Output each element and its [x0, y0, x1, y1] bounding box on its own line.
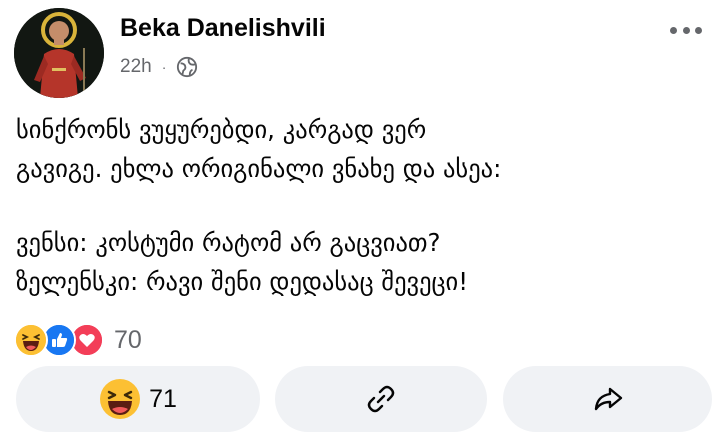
- globe-icon: [176, 56, 198, 78]
- post-text-line: ზელენსკი: რავი შენი დედასაც შევეცი!: [16, 267, 469, 296]
- link-icon: [363, 381, 399, 417]
- post-text-line: ვენსი: კოსტუმი რატომ არ გაცვიათ?: [16, 228, 441, 257]
- reaction-icons: [14, 322, 108, 358]
- post-text-blank-line: [16, 188, 706, 223]
- haha-icon: [14, 323, 48, 357]
- author-name[interactable]: Beka Danelishvili: [120, 14, 326, 43]
- post-text-line: სინქრონს ვუყურებდი, კარგად ვერ: [16, 115, 427, 144]
- react-count: 71: [149, 384, 177, 413]
- meta-separator: ·: [161, 59, 167, 75]
- avatar[interactable]: [14, 8, 104, 98]
- post-text: სინქრონს ვუყურებდი, კარგად ვერ გავიგე. ე…: [16, 110, 706, 301]
- share-button[interactable]: [503, 366, 712, 432]
- copy-link-button[interactable]: [275, 366, 487, 432]
- haha-icon: [99, 378, 141, 420]
- post-header: Beka Danelishvili 22h ·: [14, 8, 706, 98]
- post-text-line: გავიგე. ეხლა ორიგინალი ვნახე და ასეა:: [16, 154, 502, 183]
- reaction-count: 70: [114, 325, 142, 354]
- more-horizontal-icon[interactable]: [666, 20, 706, 40]
- post-actions: 71: [16, 366, 712, 432]
- post-time[interactable]: 22h: [120, 56, 152, 78]
- reactions-summary[interactable]: 70: [14, 322, 142, 358]
- share-arrow-icon: [590, 381, 626, 417]
- post-meta: 22h ·: [120, 56, 198, 78]
- react-button[interactable]: 71: [16, 366, 260, 432]
